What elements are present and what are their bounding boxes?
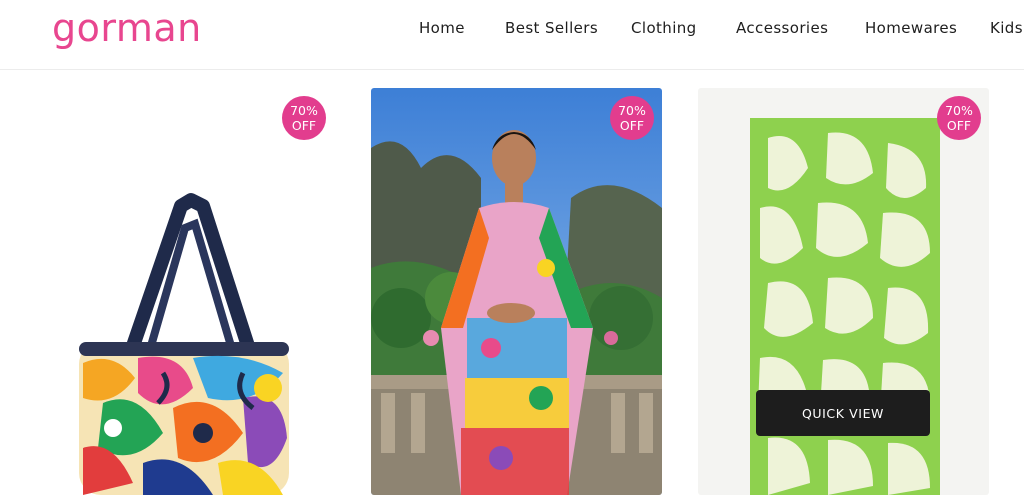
patterned-cooler-bag-icon[interactable] [43, 88, 334, 495]
discount-badge-percent: 70% [618, 103, 646, 118]
nav-item-clothing[interactable]: Clothing [631, 19, 697, 37]
nav-item-homewares[interactable]: Homewares [865, 19, 957, 37]
discount-badge-percent: 70% [290, 103, 318, 118]
nav-item-accessories[interactable]: Accessories [736, 19, 828, 37]
main-nav: Home Best Sellers Clothing Accessories H… [0, 19, 1024, 39]
nav-item-best-sellers[interactable]: Best Sellers [505, 19, 598, 37]
product-card-printed-dress[interactable]: 70% OFF [371, 88, 662, 495]
site-header: gorman Home Best Sellers Clothing Access… [0, 0, 1024, 70]
discount-badge: 70% OFF [937, 96, 981, 140]
discount-badge-off: OFF [619, 118, 645, 133]
discount-badge-off: OFF [946, 118, 972, 133]
discount-badge-percent: 70% [945, 103, 973, 118]
discount-badge-off: OFF [291, 118, 317, 133]
nav-item-kids[interactable]: Kids [990, 19, 1023, 37]
discount-badge: 70% OFF [282, 96, 326, 140]
product-card-beach-towel[interactable]: 70% OFF QUICK VIEW [698, 88, 989, 495]
discount-badge: 70% OFF [610, 96, 654, 140]
model-in-printed-dress-photo[interactable] [371, 88, 662, 495]
nav-item-home[interactable]: Home [419, 19, 465, 37]
quick-view-button[interactable]: QUICK VIEW [756, 390, 930, 436]
product-card-cooler-bag[interactable]: 70% OFF [43, 88, 334, 495]
